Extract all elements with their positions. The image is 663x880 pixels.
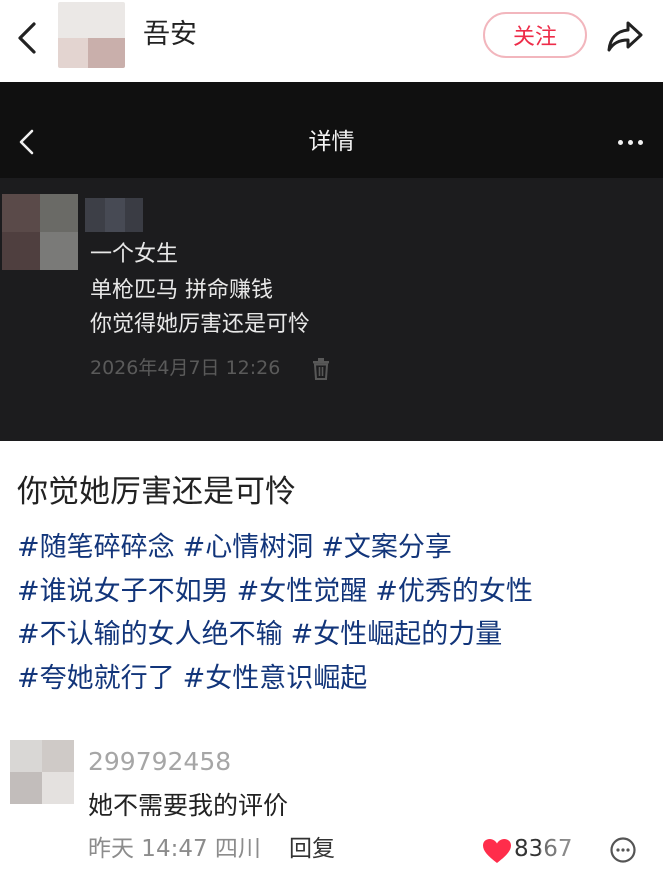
hashtag-link[interactable]: #不认输的女人绝不输 xyxy=(17,619,283,650)
follow-button[interactable]: 关注 xyxy=(483,12,587,58)
post-title: 你觉她厉害还是可怜 xyxy=(17,474,296,510)
hashtag-link[interactable]: #谁说女子不如男 xyxy=(17,576,229,607)
comment-time-location: 昨天 14:47 四川 xyxy=(88,836,261,862)
chevron-left-icon xyxy=(18,22,36,54)
image-user-avatar xyxy=(2,194,78,270)
image-text-line-1: 一个女生 xyxy=(90,242,179,267)
hashtag-link[interactable]: #女性崛起的力量 xyxy=(291,619,503,650)
trash-icon xyxy=(313,358,329,380)
hashtag-link[interactable]: #随笔碎碎念 xyxy=(17,532,175,563)
hashtag-link[interactable]: #文案分享 xyxy=(321,532,452,563)
share-icon xyxy=(607,21,643,52)
post-image[interactable]: 详情 一个女生 单枪匹马 拼命赚钱 你觉得她厉害还是可怜 2026年4月7日 1… xyxy=(0,82,663,441)
hashtag-link[interactable]: #女性意识崛起 xyxy=(183,663,368,694)
image-title: 详情 xyxy=(308,129,355,155)
comment-text[interactable]: 她不需要我的评价 xyxy=(88,789,288,823)
heart-icon[interactable] xyxy=(482,838,512,864)
image-text-line-2: 单枪匹马 拼命赚钱 xyxy=(90,278,273,303)
image-text-line-3: 你觉得她厉害还是可怜 xyxy=(90,312,311,337)
back-button[interactable] xyxy=(10,18,44,58)
commenter-name[interactable]: 299792458 xyxy=(88,745,231,779)
author-avatar[interactable] xyxy=(58,2,125,68)
image-timestamp: 2026年4月7日 12:26 xyxy=(90,357,281,379)
hashtag-link[interactable]: #心情树洞 xyxy=(183,532,314,563)
more-dots-icon xyxy=(612,130,648,154)
commenter-avatar[interactable] xyxy=(10,740,74,804)
top-bar: 吾安 关注 xyxy=(0,0,663,82)
author-name[interactable]: 吾安 xyxy=(143,18,197,52)
comment-more-icon[interactable] xyxy=(609,836,637,864)
hashtag-link[interactable]: #夸她就行了 xyxy=(17,663,175,694)
share-button[interactable] xyxy=(603,16,647,56)
image-user-name-blur xyxy=(85,198,143,232)
hashtag-link[interactable]: #优秀的女性 xyxy=(375,576,533,607)
reply-button[interactable]: 回复 xyxy=(289,832,335,866)
hashtag-link[interactable]: #女性觉醒 xyxy=(237,576,368,607)
post-tags: #随笔碎碎念 #心情树洞 #文案分享 #谁说女子不如男 #女性觉醒 #优秀的女性 #不认输的… xyxy=(17,526,647,700)
